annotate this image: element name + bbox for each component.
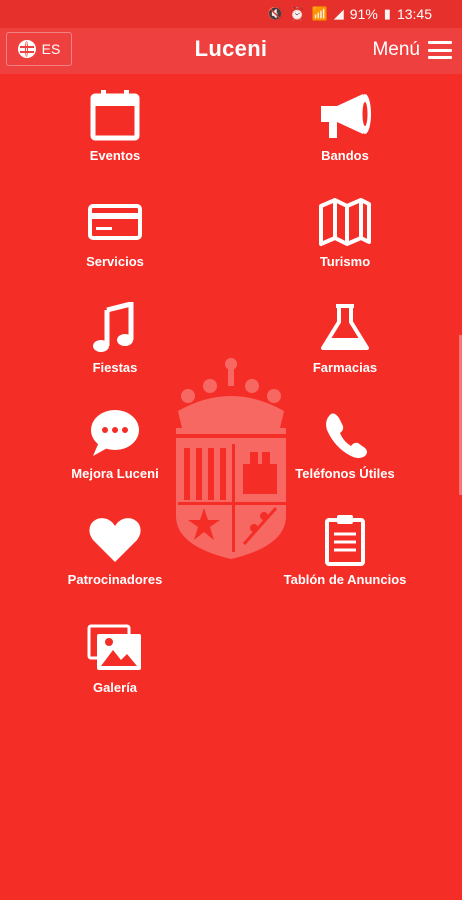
grid-item-servicios[interactable]: Servicios [15, 196, 215, 269]
grid-item-label: Turismo [319, 254, 371, 269]
battery-icon: ▮ [383, 6, 391, 21]
heart-icon [89, 518, 141, 562]
grid-item-label: Fiestas [92, 360, 138, 375]
battery-percent: 91% [349, 6, 378, 22]
phone-icon [326, 413, 367, 458]
chat-bubble-icon [91, 410, 139, 456]
grid-item-tablon-de-anuncios[interactable]: Tablón de Anuncios [245, 514, 445, 587]
status-bar: 🔇 ⏰ 📶 ◢ 91% ▮ 13:45 [0, 0, 462, 28]
credit-card-icon [88, 204, 142, 240]
megaphone-icon [321, 94, 371, 138]
grid-item-label: Mejora Luceni [71, 466, 159, 481]
app-bar: ES Luceni Menú [0, 28, 462, 74]
grid-item-patrocinadores[interactable]: Patrocinadores [15, 514, 215, 587]
grid-item-label: Tablón de Anuncios [283, 572, 407, 587]
alarm-icon: ⏰ [289, 6, 306, 21]
grid-item-galeria[interactable]: Galería [15, 622, 215, 695]
mute-icon: 🔇 [267, 6, 284, 21]
grid-item-bandos[interactable]: Bandos [245, 90, 445, 163]
music-note-icon [93, 302, 134, 352]
signal-icon: ◢ [333, 6, 344, 21]
grid-item-label: Galería [92, 680, 138, 695]
menu-label: Menú [372, 39, 420, 60]
clock: 13:45 [396, 6, 432, 22]
grid-item-label: Servicios [86, 254, 144, 269]
grid-item-label: Patrocinadores [67, 572, 163, 587]
grid-item-farmacias[interactable]: Farmacias [245, 302, 445, 375]
wifi-icon: 📶 [311, 6, 328, 21]
gallery-icon [87, 624, 141, 670]
grid-item-fiestas[interactable]: Fiestas [15, 302, 215, 375]
grid-item-mejora-luceni[interactable]: Mejora Luceni [15, 408, 215, 481]
hamburger-icon [428, 41, 452, 59]
flask-icon [321, 304, 369, 350]
grid-item-turismo[interactable]: Turismo [245, 196, 445, 269]
calendar-icon [90, 90, 140, 141]
grid-item-telefonos-utiles[interactable]: Teléfonos Útiles [245, 408, 445, 481]
grid-item-label: Eventos [89, 148, 141, 163]
map-icon [319, 198, 371, 246]
grid-item-label: Farmacias [312, 360, 378, 375]
menu-button[interactable]: Menú [372, 34, 452, 66]
grid-item-eventos[interactable]: Eventos [15, 90, 215, 163]
grid-item-label: Bandos [321, 148, 369, 163]
clipboard-icon [325, 515, 365, 566]
grid-item-label: Teléfonos Útiles [295, 466, 395, 481]
